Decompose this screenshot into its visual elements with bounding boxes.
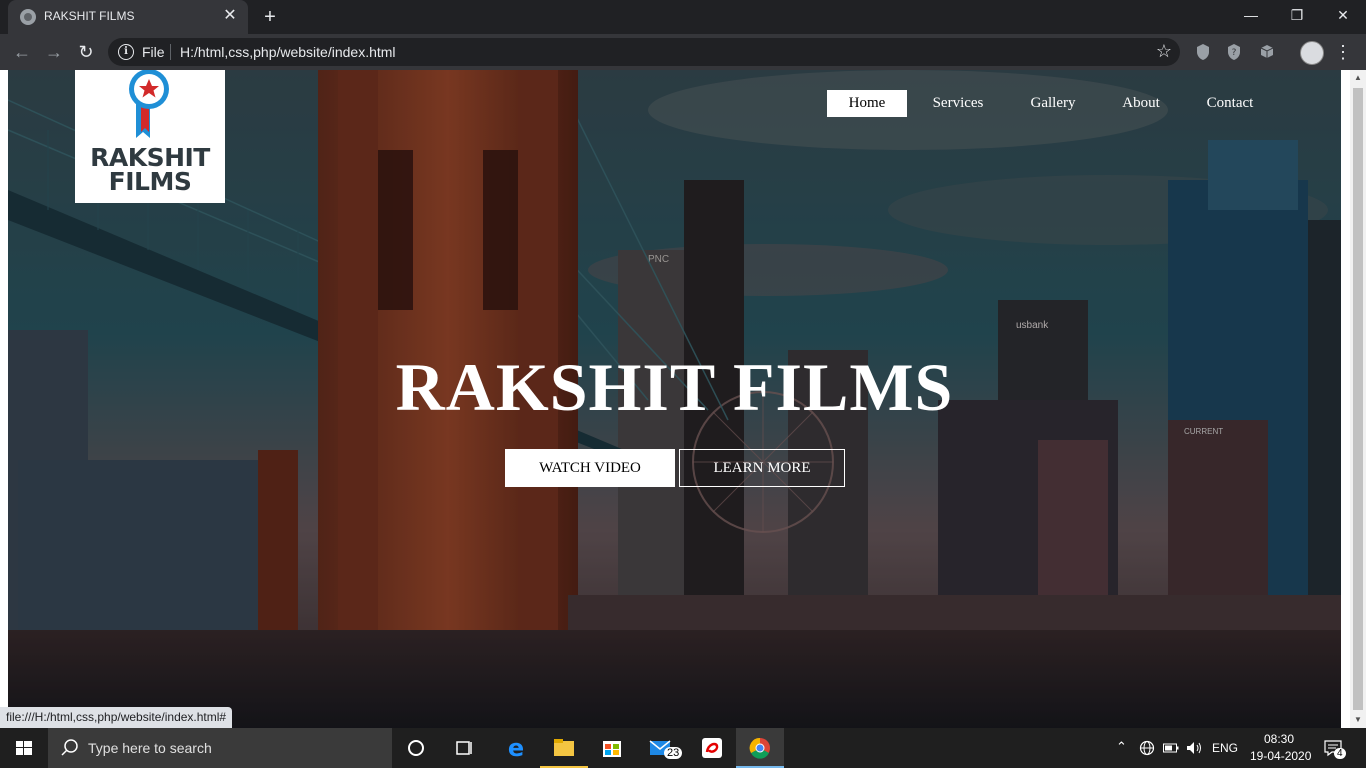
- language-indicator[interactable]: ENG: [1212, 741, 1238, 755]
- file-explorer-icon[interactable]: [540, 728, 588, 768]
- privacy-extension-icon[interactable]: ?: [1226, 43, 1242, 61]
- scroll-thumb[interactable]: [1353, 88, 1363, 710]
- restore-button[interactable]: ❐: [1274, 0, 1320, 30]
- status-bar-url: file:///H:/html,css,php/website/index.ht…: [0, 707, 233, 728]
- mail-badge: 23: [664, 747, 683, 759]
- volume-icon[interactable]: [1186, 740, 1204, 756]
- shield-extension-icon[interactable]: [1195, 43, 1211, 61]
- scroll-up-arrow-icon[interactable]: ▲: [1350, 70, 1366, 86]
- hero-section: PNC usbank CURRENT RAKSHIT FILMS Home Se…: [8, 70, 1341, 728]
- browser-tab[interactable]: RAKSHIT FILMS ✕: [8, 0, 248, 34]
- tab-title: RAKSHIT FILMS: [44, 9, 135, 23]
- ribbon-star-logo-icon: [129, 70, 169, 138]
- url-scheme-label: File: [142, 44, 165, 60]
- battery-icon[interactable]: [1163, 742, 1179, 754]
- nav-gallery[interactable]: Gallery: [1013, 90, 1093, 117]
- new-tab-button[interactable]: +: [258, 5, 282, 29]
- site-logo[interactable]: RAKSHIT FILMS: [75, 70, 225, 203]
- watch-video-button[interactable]: WATCH VIDEO: [505, 449, 675, 487]
- close-window-button[interactable]: ✕: [1320, 0, 1366, 30]
- scroll-down-arrow-icon[interactable]: ▼: [1350, 712, 1366, 728]
- page-viewport: PNC usbank CURRENT RAKSHIT FILMS Home Se…: [0, 70, 1366, 728]
- url-text[interactable]: H:/html,css,php/website/index.html: [180, 44, 396, 60]
- tab-close-icon[interactable]: ✕: [220, 6, 240, 26]
- learn-more-button[interactable]: LEARN MORE: [679, 449, 845, 487]
- airtel-app-icon[interactable]: [688, 728, 736, 768]
- network-globe-icon[interactable]: [1139, 740, 1155, 756]
- edge-browser-icon[interactable]: e: [492, 728, 540, 768]
- browser-menu-icon[interactable]: ⋮: [1334, 40, 1352, 64]
- logo-text-line-2: FILMS: [108, 167, 192, 196]
- reload-button[interactable]: ↻: [74, 40, 98, 64]
- nav-about[interactable]: About: [1105, 90, 1177, 117]
- back-button[interactable]: ←: [10, 40, 34, 64]
- nav-services[interactable]: Services: [917, 90, 999, 117]
- cortana-icon[interactable]: [392, 728, 440, 768]
- cube-extension-icon[interactable]: [1259, 43, 1275, 61]
- notification-badge: 4: [1334, 748, 1346, 759]
- taskbar-search-box[interactable]: Type here to search: [48, 728, 392, 768]
- browser-tab-strip: RAKSHIT FILMS ✕ + — ❐ ✕: [0, 0, 1366, 34]
- svg-text:e: e: [508, 734, 524, 762]
- minimize-button[interactable]: —: [1228, 0, 1274, 30]
- browser-toolbar: ← → ↻ i File H:/html,css,php/website/ind…: [0, 34, 1366, 70]
- globe-icon: [20, 9, 36, 25]
- windows-start-icon[interactable]: [0, 728, 48, 768]
- clock-date[interactable]: 19-04-2020: [1250, 749, 1311, 763]
- info-icon[interactable]: i: [118, 44, 134, 60]
- mail-icon[interactable]: 23: [636, 728, 684, 768]
- windows-taskbar: Type here to search e 23 ⌃ ENG 08:30 19-…: [0, 728, 1366, 768]
- clock-time[interactable]: 08:30: [1264, 732, 1294, 746]
- search-icon: [61, 739, 78, 756]
- search-placeholder: Type here to search: [88, 740, 212, 756]
- nav-contact[interactable]: Contact: [1190, 90, 1270, 117]
- hero-title: RAKSHIT FILMS: [395, 349, 954, 425]
- tray-overflow-chevron-icon[interactable]: ⌃: [1116, 739, 1127, 755]
- chrome-app-icon[interactable]: [736, 728, 784, 768]
- store-icon[interactable]: [588, 728, 636, 768]
- svg-text:?: ?: [1232, 48, 1237, 58]
- omnibox-divider: [170, 44, 171, 60]
- bookmark-star-icon[interactable]: ☆: [1156, 41, 1172, 62]
- nav-home[interactable]: Home: [827, 90, 907, 117]
- task-view-icon[interactable]: [440, 728, 488, 768]
- profile-avatar[interactable]: [1300, 41, 1324, 65]
- forward-button[interactable]: →: [42, 40, 66, 64]
- page-scrollbar[interactable]: ▲ ▼: [1350, 70, 1366, 728]
- logo-text: RAKSHIT FILMS: [75, 145, 225, 196]
- address-bar[interactable]: i File H:/html,css,php/website/index.htm…: [108, 38, 1180, 66]
